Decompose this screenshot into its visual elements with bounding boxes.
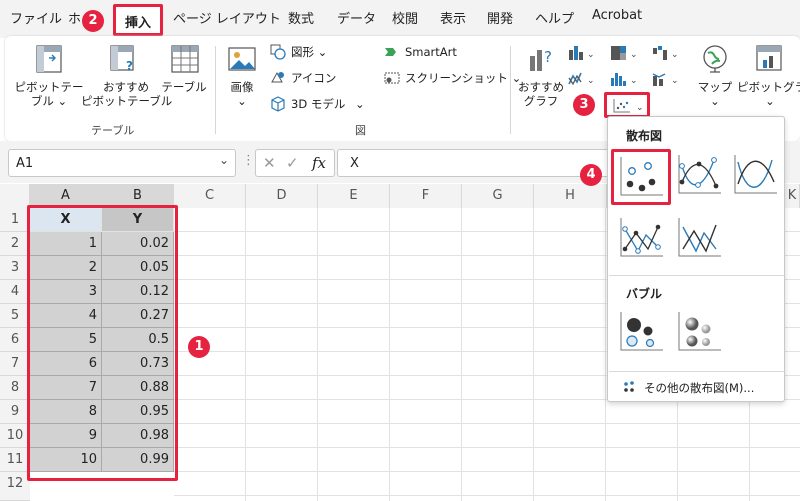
scatter-straight-markers-icon[interactable] (616, 215, 668, 265)
select-all-corner[interactable] (0, 184, 30, 208)
svg-text:⌄: ⌄ (671, 50, 679, 60)
svg-text:⌄: ⌄ (630, 50, 638, 60)
stat-chart-icon[interactable]: ⌄ (609, 70, 639, 88)
panel-divider (609, 371, 784, 372)
data-selection-highlight (27, 205, 178, 481)
scatter-section-title: 散布図 (626, 129, 663, 143)
pivot-table-icon (36, 45, 62, 73)
column-header-e[interactable]: E (318, 184, 390, 208)
scatter-basic-option[interactable] (611, 149, 671, 205)
cancel-icon[interactable]: ✕ (263, 154, 276, 172)
tab-developer[interactable]: 開発 (487, 8, 513, 27)
row-header[interactable]: 11 (0, 448, 30, 472)
hierarchy-chart-icon[interactable]: ⌄ (609, 44, 639, 62)
smartart-icon (385, 48, 396, 56)
svg-text:⌄: ⌄ (630, 76, 638, 86)
bubble-section-title: バブル (626, 287, 663, 301)
scatter-smooth-lines-icon[interactable] (730, 152, 782, 202)
scatter-smooth-markers-icon[interactable] (674, 152, 726, 202)
pivot-chart-icon (756, 45, 782, 71)
recommended-pivot-icon: ? (110, 45, 134, 73)
svg-text:⌄: ⌄ (587, 50, 595, 60)
column-chart-icon[interactable]: ⌄ (567, 44, 597, 62)
svg-text:?: ? (544, 48, 552, 66)
combo-chart-icon[interactable]: ⌄ (651, 70, 681, 88)
scatter-basic-icon (620, 157, 663, 196)
globe-icon (703, 45, 727, 73)
ribbon-separator (215, 46, 216, 134)
screenshot-icon (384, 72, 400, 84)
shapes-icon (270, 44, 286, 60)
scatter-small-icon (624, 381, 634, 392)
table-icon (171, 45, 199, 73)
icons-icon (271, 71, 284, 83)
confirm-icon[interactable]: ✓ (286, 154, 299, 172)
row-header[interactable]: 2 (0, 232, 30, 256)
scatter-dropdown: 散布図 バブル その他の散布図(M)... (607, 116, 785, 402)
svg-text:?: ? (126, 59, 133, 73)
tab-formulas[interactable]: 数式 (288, 8, 314, 27)
step-badge-3: 3 (573, 94, 595, 116)
row-header[interactable]: 6 (0, 328, 30, 352)
svg-text:⌄: ⌄ (636, 103, 644, 113)
tab-view[interactable]: 表示 (440, 8, 466, 27)
insert-function-icon[interactable]: fx (312, 154, 326, 172)
column-header-f[interactable]: F (390, 184, 462, 208)
bubble-3d-chart-icon[interactable] (674, 309, 726, 359)
row-header[interactable]: 4 (0, 280, 30, 304)
row-header[interactable]: 9 (0, 400, 30, 424)
column-header-k[interactable]: K (785, 184, 800, 208)
bubble-chart-icon[interactable] (616, 309, 668, 359)
group-label-table: テーブル (91, 124, 135, 137)
tab-file[interactable]: ファイル (10, 8, 62, 27)
column-header-d[interactable]: D (246, 184, 318, 208)
step-badge-1: 1 (188, 336, 210, 358)
image-icon (228, 47, 256, 71)
row-header[interactable]: 5 (0, 304, 30, 328)
column-header-c[interactable]: C (174, 184, 246, 208)
line-chart-icon[interactable]: ⌄ (567, 70, 597, 88)
scatter-chart-button[interactable]: ⌄ (604, 92, 650, 118)
waterfall-chart-icon[interactable]: ⌄ (651, 44, 681, 62)
chevron-down-icon[interactable]: ⌄ (219, 153, 229, 167)
column-header-g[interactable]: G (462, 184, 534, 208)
tab-page-layout[interactable]: ページ レイアウト (173, 8, 281, 27)
scatter-chart-icon: ⌄ (613, 99, 644, 113)
menu-bar: ファイル ホ 挿入 ページ レイアウト 数式 データ 校閲 表示 開発 ヘルプ … (0, 0, 800, 38)
tab-insert[interactable]: 挿入 (113, 4, 163, 36)
formula-controls: ✕ ✓ fx (255, 149, 335, 177)
step-badge-4: 4 (580, 164, 602, 186)
row-header[interactable]: 8 (0, 376, 30, 400)
recommended-chart-icon: ? (530, 48, 552, 71)
tab-review[interactable]: 校閲 (392, 8, 418, 27)
panel-divider (609, 275, 784, 276)
row-header[interactable]: 7 (0, 352, 30, 376)
tab-help[interactable]: ヘルプ (535, 8, 574, 27)
more-dots-icon: ⋮ (242, 153, 255, 168)
tab-acrobat[interactable]: Acrobat (592, 8, 642, 23)
ribbon-separator (510, 46, 511, 134)
row-header[interactable]: 3 (0, 256, 30, 280)
tab-home[interactable]: ホ (68, 8, 81, 27)
3d-model-chevron: ⌄ (355, 97, 365, 111)
tab-data[interactable]: データ (337, 8, 376, 27)
scatter-straight-lines-icon[interactable] (674, 215, 726, 265)
column-header-h[interactable]: H (534, 184, 607, 208)
row-header[interactable]: 1 (0, 208, 30, 232)
group-label-illustrations: 図 (355, 124, 366, 137)
step-badge-2: 2 (82, 10, 104, 32)
svg-text:⌄: ⌄ (671, 76, 679, 86)
cube-icon (271, 96, 285, 112)
name-box[interactable]: A1 ⌄ (8, 149, 236, 177)
row-header[interactable]: 12 (0, 472, 30, 501)
row-header[interactable]: 10 (0, 424, 30, 448)
svg-text:⌄: ⌄ (587, 76, 595, 86)
